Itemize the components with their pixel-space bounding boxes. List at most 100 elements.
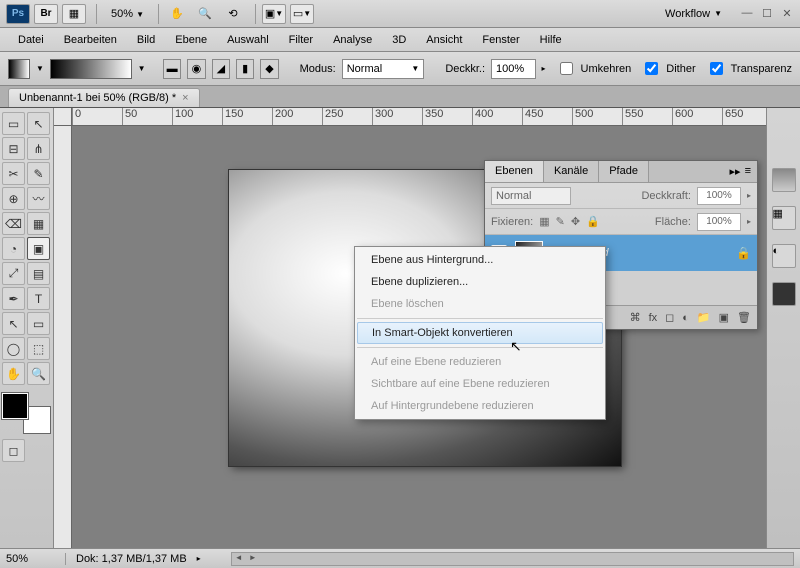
tool-crop[interactable]: ✂: [2, 162, 25, 185]
dock-color-icon[interactable]: [772, 168, 796, 192]
group-icon[interactable]: 📁: [697, 311, 711, 324]
gradient-diamond-icon[interactable]: ◆: [260, 59, 278, 79]
menu-ebene[interactable]: Ebene: [165, 30, 217, 50]
menu-bild[interactable]: Bild: [127, 30, 165, 50]
document-tab[interactable]: Unbenannt-1 bei 50% (RGB/8) * ×: [8, 88, 200, 107]
arrange-docs-icon[interactable]: ▣ ▼: [262, 4, 286, 24]
tool-stamp[interactable]: ⌫: [2, 212, 25, 235]
maximize-button[interactable]: ☐: [760, 7, 774, 20]
panel-menu-icon[interactable]: ≡: [745, 165, 751, 178]
menu-auswahl[interactable]: Auswahl: [217, 30, 279, 50]
transparency-checkbox[interactable]: [710, 62, 723, 75]
tool-type[interactable]: T: [27, 287, 50, 310]
dock-adjust-icon[interactable]: [772, 282, 796, 306]
layer-opacity-input[interactable]: 100%: [697, 187, 741, 205]
delete-layer-icon[interactable]: 🗑: [737, 311, 751, 324]
hand-tool-shortcut[interactable]: ✋: [165, 4, 189, 24]
layer-fill-input[interactable]: 100%: [697, 213, 741, 231]
quick-mask-icon[interactable]: ◻: [2, 439, 25, 462]
tool-wand[interactable]: ⋔: [27, 137, 50, 160]
horizontal-scrollbar[interactable]: [231, 552, 794, 566]
gradient-angle-icon[interactable]: ◢: [212, 59, 230, 79]
menu-filter[interactable]: Filter: [279, 30, 323, 50]
menu-analyse[interactable]: Analyse: [323, 30, 382, 50]
tab-ebenen[interactable]: Ebenen: [485, 161, 544, 182]
ctx-duplicate-layer[interactable]: Ebene duplizieren...: [355, 271, 605, 293]
zoom-dropdown[interactable]: 50% ▼: [103, 8, 152, 20]
rotate-view-shortcut[interactable]: ⟲: [221, 4, 245, 24]
tool-pen[interactable]: ✒: [2, 287, 25, 310]
tool-blur[interactable]: ⤢: [2, 262, 25, 285]
tool-brush[interactable]: 〰: [27, 187, 50, 210]
tab-pfade[interactable]: Pfade: [599, 161, 649, 182]
ps-logo-icon[interactable]: Ps: [6, 4, 30, 24]
mode-label: Modus:: [300, 63, 336, 75]
ctx-flatten: Auf Hintergrundebene reduzieren: [355, 395, 605, 417]
adjustment-layer-icon[interactable]: ◐: [682, 312, 689, 324]
ruler-origin[interactable]: [54, 108, 72, 126]
lock-position-icon[interactable]: ✥: [571, 215, 580, 228]
miniview-icon[interactable]: ▦: [62, 4, 86, 24]
menu-datei[interactable]: Datei: [8, 30, 54, 50]
tool-history-brush[interactable]: ▦: [27, 212, 50, 235]
transparency-label: Transparenz: [731, 63, 792, 75]
close-button[interactable]: ✕: [780, 7, 794, 20]
status-menu-icon[interactable]: ▸: [197, 554, 201, 563]
tab-kanaele[interactable]: Kanäle: [544, 161, 599, 182]
link-layers-icon[interactable]: ⌘: [630, 311, 641, 324]
menu-bearbeiten[interactable]: Bearbeiten: [54, 30, 127, 50]
gradient-radial-icon[interactable]: ◉: [187, 59, 205, 79]
ruler-horizontal[interactable]: 050100150200250300350400450500550600650: [72, 108, 766, 126]
lock-label: Fixieren:: [491, 216, 533, 228]
bridge-icon[interactable]: Br: [34, 4, 58, 24]
tool-path-select[interactable]: ↖: [2, 312, 25, 335]
ctx-convert-smart-object[interactable]: In Smart-Objekt konvertieren: [357, 322, 603, 344]
tool-eraser[interactable]: ◔: [2, 237, 25, 260]
tool-move[interactable]: ▭: [2, 112, 25, 135]
dither-checkbox[interactable]: [645, 62, 658, 75]
tool-hand[interactable]: ✋: [2, 362, 25, 385]
new-layer-icon[interactable]: ▣: [719, 311, 729, 324]
zoom-tool-shortcut[interactable]: 🔍: [193, 4, 217, 24]
tool-lasso[interactable]: ⊟: [2, 137, 25, 160]
lock-pixels-icon[interactable]: ✎: [556, 215, 565, 228]
layer-mask-icon[interactable]: ◻: [665, 311, 674, 324]
tab-close-icon[interactable]: ×: [182, 92, 188, 104]
tool-heal[interactable]: ⊕: [2, 187, 25, 210]
menu-3d[interactable]: 3D: [382, 30, 416, 50]
lock-transparency-icon[interactable]: ▦: [539, 215, 549, 228]
tool-eyedropper[interactable]: ✎: [27, 162, 50, 185]
tool-gradient[interactable]: ▣: [27, 237, 50, 260]
tool-preset-picker[interactable]: [8, 59, 30, 79]
gradient-picker[interactable]: [50, 59, 132, 79]
gradient-reflected-icon[interactable]: ▮: [236, 59, 254, 79]
menu-ansicht[interactable]: Ansicht: [416, 30, 472, 50]
ruler-vertical[interactable]: [54, 126, 72, 548]
minimize-button[interactable]: —: [740, 7, 754, 20]
foreground-color-swatch[interactable]: [2, 393, 28, 419]
tool-shape[interactable]: ▭: [27, 312, 50, 335]
blend-mode-dropdown[interactable]: Normal▼: [342, 59, 425, 79]
menu-fenster[interactable]: Fenster: [472, 30, 529, 50]
opacity-input[interactable]: 100%: [491, 59, 535, 79]
lock-all-icon[interactable]: 🔒: [586, 215, 600, 228]
status-zoom[interactable]: 50%: [6, 553, 66, 565]
tool-3d-camera[interactable]: ⬚: [27, 337, 50, 360]
reverse-checkbox[interactable]: [560, 62, 573, 75]
dock-swatches-icon[interactable]: ▦: [772, 206, 796, 230]
ctx-merge-down: Auf eine Ebene reduzieren: [355, 351, 605, 373]
tool-dodge[interactable]: ▤: [27, 262, 50, 285]
tool-zoom[interactable]: 🔍: [27, 362, 50, 385]
gradient-linear-icon[interactable]: ▬: [163, 59, 181, 79]
layer-style-icon[interactable]: fx: [649, 312, 658, 324]
menu-hilfe[interactable]: Hilfe: [530, 30, 572, 50]
panel-collapse-icon[interactable]: ▸▸: [730, 165, 741, 178]
color-swatches[interactable]: [2, 393, 50, 433]
ctx-layer-from-bg[interactable]: Ebene aus Hintergrund...: [355, 249, 605, 271]
workspace-switcher[interactable]: Workflow ▼: [657, 8, 730, 20]
layer-blend-dropdown[interactable]: Normal: [491, 187, 571, 205]
screen-mode-icon[interactable]: ▭ ▼: [290, 4, 314, 24]
dock-styles-icon[interactable]: ◐: [772, 244, 796, 268]
tool-marquee[interactable]: ↖: [27, 112, 50, 135]
tool-3d[interactable]: ◯: [2, 337, 25, 360]
